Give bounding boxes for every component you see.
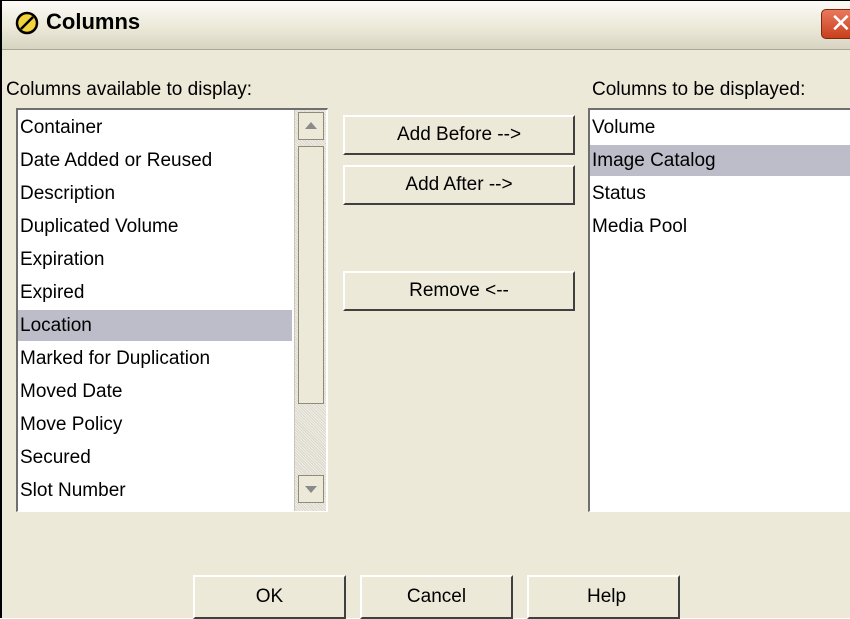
- list-item[interactable]: Moved Date: [18, 376, 292, 407]
- window-title: Columns: [46, 9, 141, 34]
- scroll-thumb[interactable]: [298, 146, 324, 404]
- list-item[interactable]: Slot Number: [18, 475, 292, 506]
- remove-button[interactable]: Remove <--: [343, 271, 575, 311]
- list-item[interactable]: Container: [18, 112, 292, 143]
- ok-button[interactable]: OK: [193, 575, 346, 619]
- list-item[interactable]: Expired: [18, 277, 292, 308]
- arrow-down-icon: [305, 486, 317, 493]
- displayed-columns-list[interactable]: Volume Image Catalog Status Media Pool: [588, 108, 850, 512]
- list-item[interactable]: Status: [590, 178, 850, 209]
- available-columns-list[interactable]: Container Date Added or Reused Description…: [16, 108, 328, 512]
- close-icon: ✕: [830, 9, 850, 39]
- list-item[interactable]: Marked for Duplication: [18, 343, 292, 374]
- list-item[interactable]: Image Catalog: [590, 145, 850, 176]
- list-item[interactable]: Move Policy: [18, 409, 292, 440]
- title-bar[interactable]: Columns ✕: [2, 1, 850, 50]
- displayed-columns-label: Columns to be displayed:: [592, 79, 806, 100]
- list-item[interactable]: Location: [18, 310, 292, 341]
- help-button[interactable]: Help: [527, 575, 680, 619]
- close-button[interactable]: ✕: [821, 9, 850, 39]
- list-item[interactable]: Secured: [18, 442, 292, 473]
- list-item[interactable]: Description: [18, 178, 292, 209]
- list-item[interactable]: Date Added or Reused: [18, 145, 292, 176]
- list-item[interactable]: Duplicated Volume: [18, 211, 292, 242]
- scroll-up-button[interactable]: [298, 112, 324, 140]
- cancel-button[interactable]: Cancel: [360, 575, 513, 619]
- scroll-down-button[interactable]: [298, 475, 324, 503]
- list-item[interactable]: Media Pool: [590, 211, 850, 242]
- add-before-button[interactable]: Add Before -->: [343, 115, 575, 155]
- circle-slash-icon: [15, 11, 39, 35]
- list-item[interactable]: Expiration: [18, 244, 292, 275]
- arrow-up-icon: [305, 122, 317, 129]
- add-after-button[interactable]: Add After -->: [343, 165, 575, 205]
- list-item[interactable]: Volume: [590, 112, 850, 143]
- available-list-scrollbar[interactable]: [294, 110, 326, 511]
- columns-dialog: Columns ✕ Columns available to display: …: [0, 0, 850, 619]
- available-columns-label: Columns available to display:: [6, 79, 253, 100]
